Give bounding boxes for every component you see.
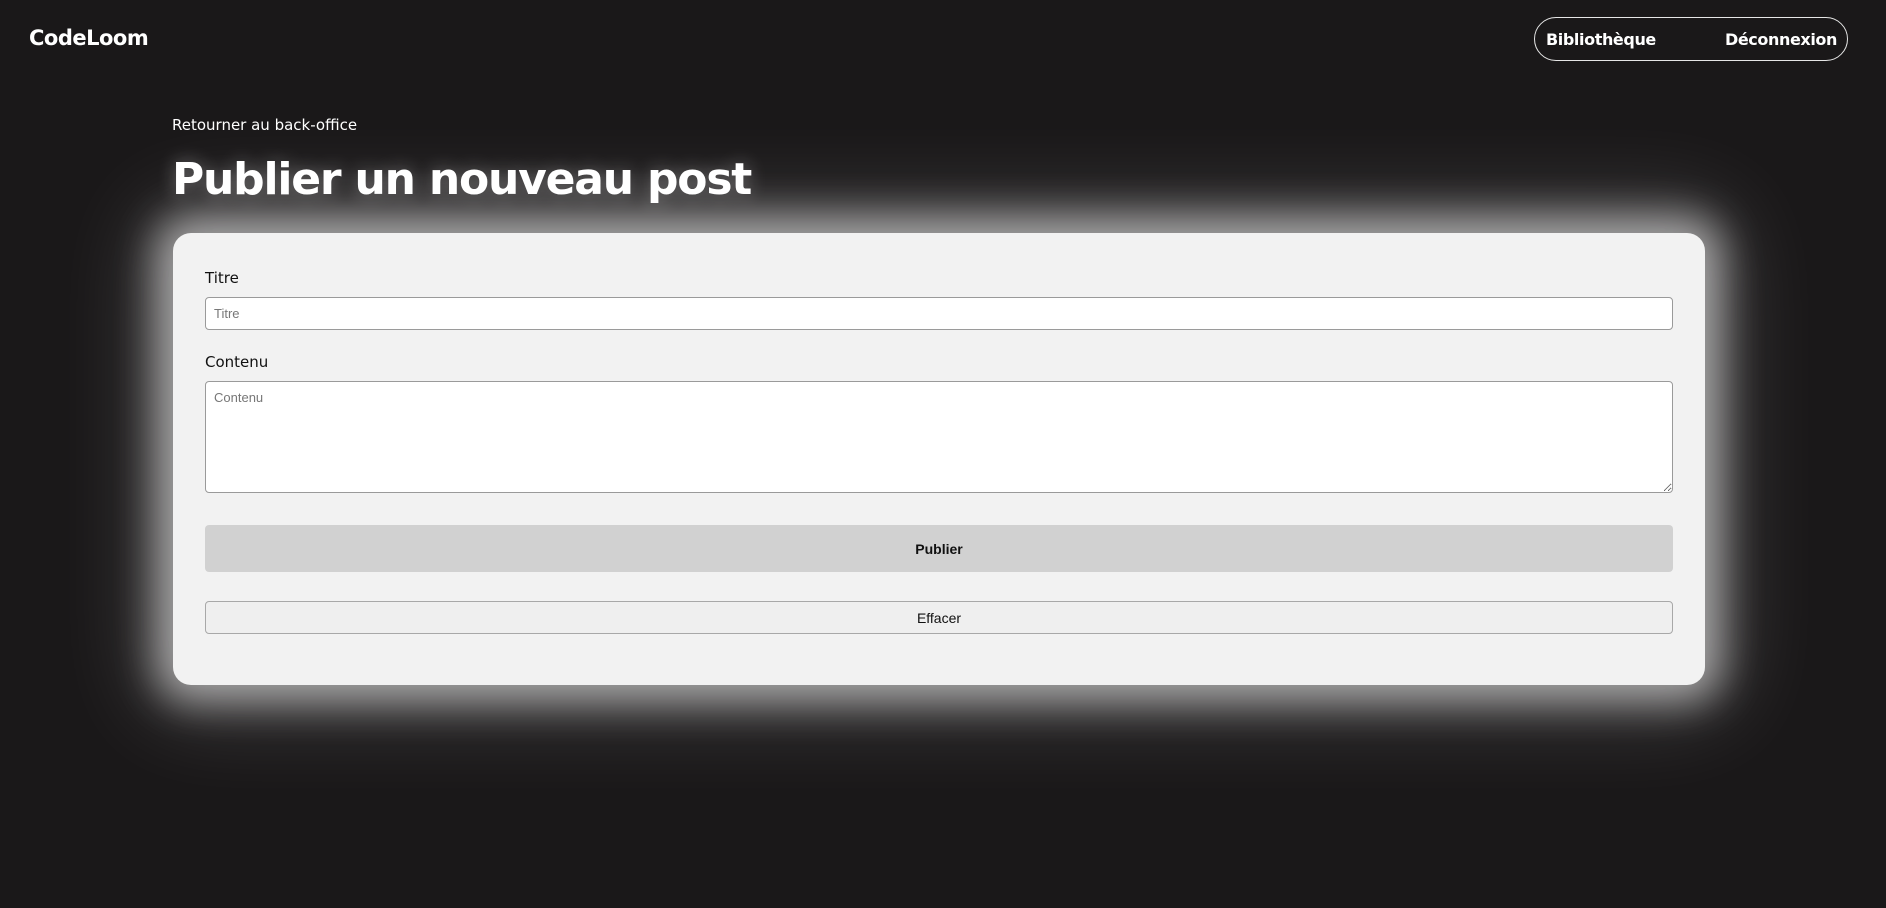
- new-post-form: Titre Contenu Publier Effacer: [173, 233, 1705, 685]
- clear-button[interactable]: Effacer: [205, 601, 1673, 634]
- publish-button[interactable]: Publier: [205, 525, 1673, 572]
- content-field-label: Contenu: [205, 353, 269, 371]
- title-field-label: Titre: [205, 269, 239, 287]
- main-nav: Bibliothèque Déconnexion: [1534, 17, 1848, 61]
- top-navbar: CodeLoom Bibliothèque Déconnexion: [0, 0, 1886, 80]
- site-logo[interactable]: CodeLoom: [29, 26, 149, 50]
- content-textarea[interactable]: [205, 381, 1673, 493]
- page-title: Publier un nouveau post: [172, 154, 752, 205]
- title-input[interactable]: [205, 297, 1673, 330]
- nav-link-deconnexion[interactable]: Déconnexion: [1725, 30, 1837, 49]
- nav-link-bibliotheque[interactable]: Bibliothèque: [1546, 30, 1656, 49]
- back-to-backoffice-link[interactable]: Retourner au back-office: [172, 116, 357, 134]
